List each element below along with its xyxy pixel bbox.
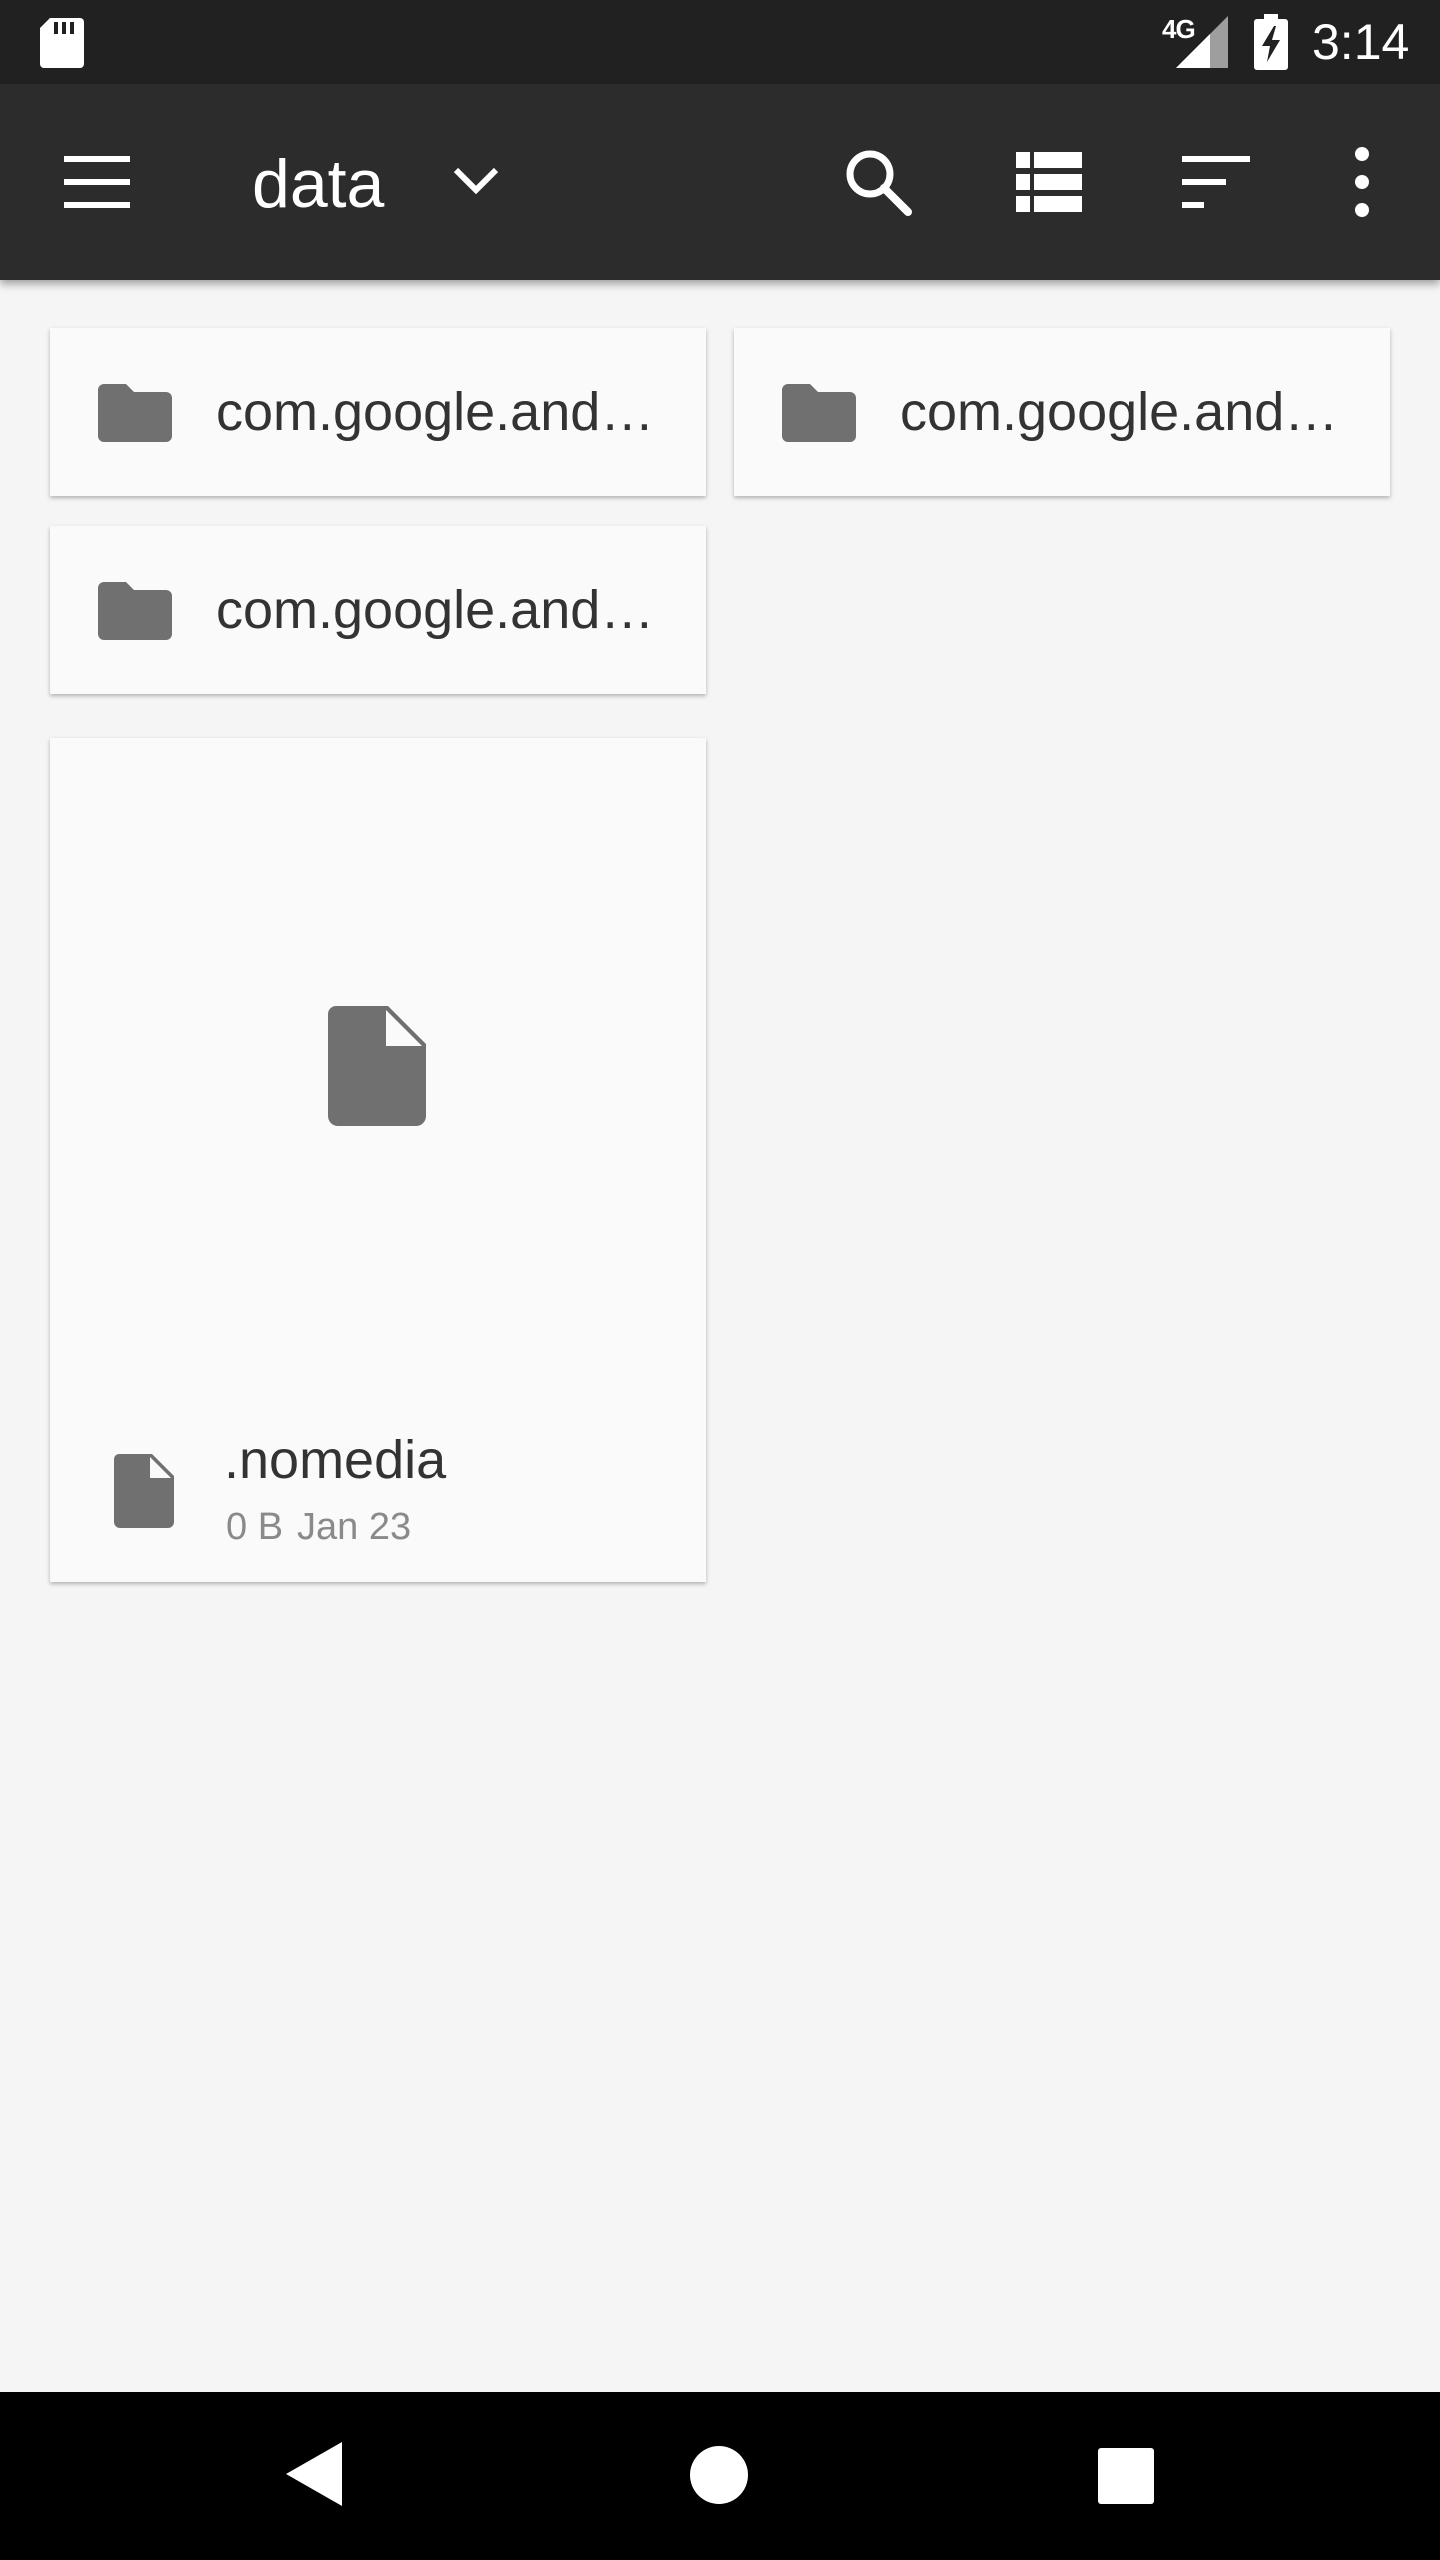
recents-icon[interactable]	[1098, 2448, 1154, 2504]
folder-item[interactable]: com.google.and…	[50, 328, 706, 496]
app-bar: data	[0, 84, 1440, 280]
folder-icon	[98, 582, 172, 640]
folder-icon	[98, 384, 172, 442]
menu-icon[interactable]	[64, 156, 130, 208]
battery-charging-icon	[1254, 14, 1288, 70]
signal-icon	[1176, 16, 1228, 68]
home-icon[interactable]	[690, 2446, 748, 2504]
navigation-bar	[0, 2392, 1440, 2560]
file-date: Jan 23	[297, 1506, 412, 1548]
file-icon	[114, 1454, 174, 1528]
file-meta: 0 B Jan 23	[226, 1504, 411, 1550]
more-vert-icon[interactable]	[1344, 146, 1380, 218]
clock: 3:14	[1312, 14, 1410, 70]
status-bar: 4G 3:14	[0, 0, 1440, 84]
folder-item[interactable]: com.google.and…	[734, 328, 1390, 496]
folder-item[interactable]: com.google.and…	[50, 526, 706, 694]
chevron-down-icon[interactable]	[448, 160, 504, 204]
folder-name: com.google.and…	[216, 382, 655, 442]
file-name: .nomedia	[224, 1430, 447, 1490]
folder-name: com.google.and…	[216, 580, 655, 640]
file-item[interactable]: .nomedia 0 B Jan 23	[50, 738, 706, 1582]
file-size: 0 B	[226, 1506, 284, 1548]
sd-card-icon	[40, 18, 84, 68]
folder-title[interactable]: data	[252, 144, 384, 224]
list-view-icon[interactable]	[1016, 152, 1082, 212]
sort-icon[interactable]	[1182, 156, 1250, 208]
folder-icon	[782, 384, 856, 442]
file-preview-icon	[328, 1006, 426, 1126]
back-icon[interactable]	[286, 2442, 342, 2506]
search-icon[interactable]	[842, 146, 914, 218]
folder-name: com.google.and…	[900, 382, 1339, 442]
